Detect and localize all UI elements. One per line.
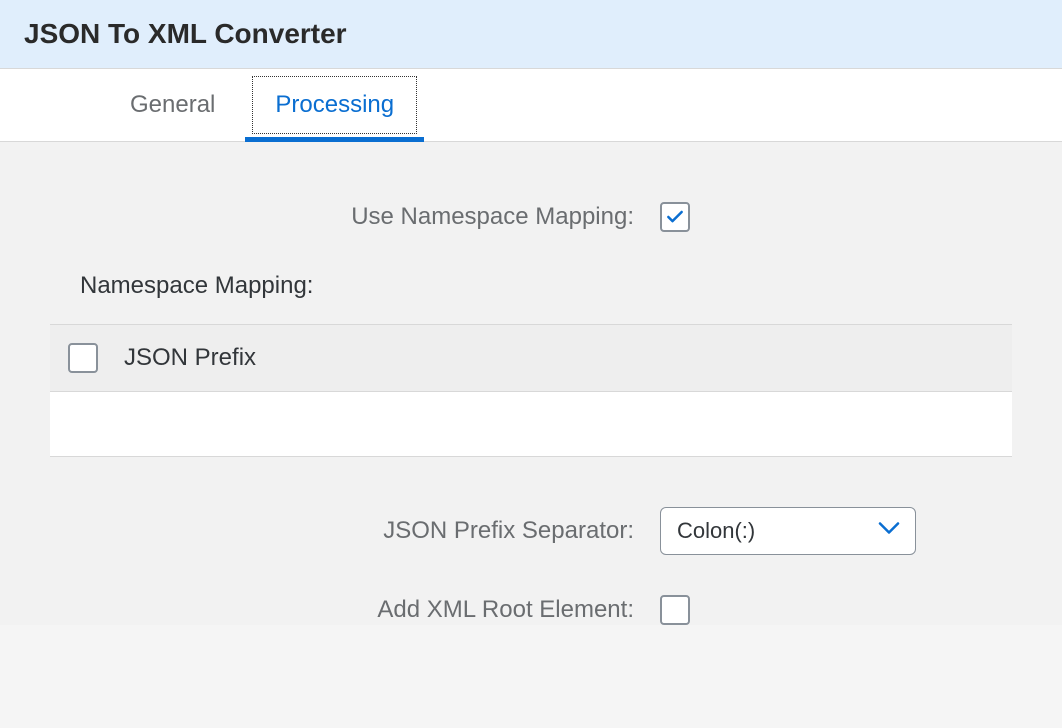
table-header-row: JSON Prefix [50,325,1012,392]
tab-content-processing: Use Namespace Mapping: Namespace Mapping… [0,142,1062,625]
table-namespace-mapping: JSON Prefix [50,324,1012,457]
row-add-xml-root-element: Add XML Root Element: [50,595,1012,625]
tab-bar: General Processing [0,69,1062,142]
checkmark-icon [665,207,685,227]
row-use-namespace-mapping: Use Namespace Mapping: [50,202,1012,232]
tab-processing[interactable]: Processing [245,69,424,141]
checkbox-use-namespace-mapping[interactable] [660,202,690,232]
table-row [50,392,1012,456]
label-add-xml-root-element: Add XML Root Element: [50,596,660,624]
column-header-json-prefix: JSON Prefix [124,344,256,372]
row-json-prefix-separator: JSON Prefix Separator: Colon(:) [50,507,1012,555]
label-namespace-mapping-section: Namespace Mapping: [80,272,1012,300]
checkbox-add-xml-root-element[interactable] [660,595,690,625]
select-value: Colon(:) [677,518,755,544]
panel-title: JSON To XML Converter [24,18,1038,50]
panel-header: JSON To XML Converter [0,0,1062,69]
checkbox-select-all[interactable] [68,343,98,373]
label-json-prefix-separator: JSON Prefix Separator: [50,517,660,545]
select-json-prefix-separator[interactable]: Colon(:) [660,507,916,555]
label-use-namespace-mapping: Use Namespace Mapping: [50,203,660,231]
tab-general[interactable]: General [100,69,245,141]
